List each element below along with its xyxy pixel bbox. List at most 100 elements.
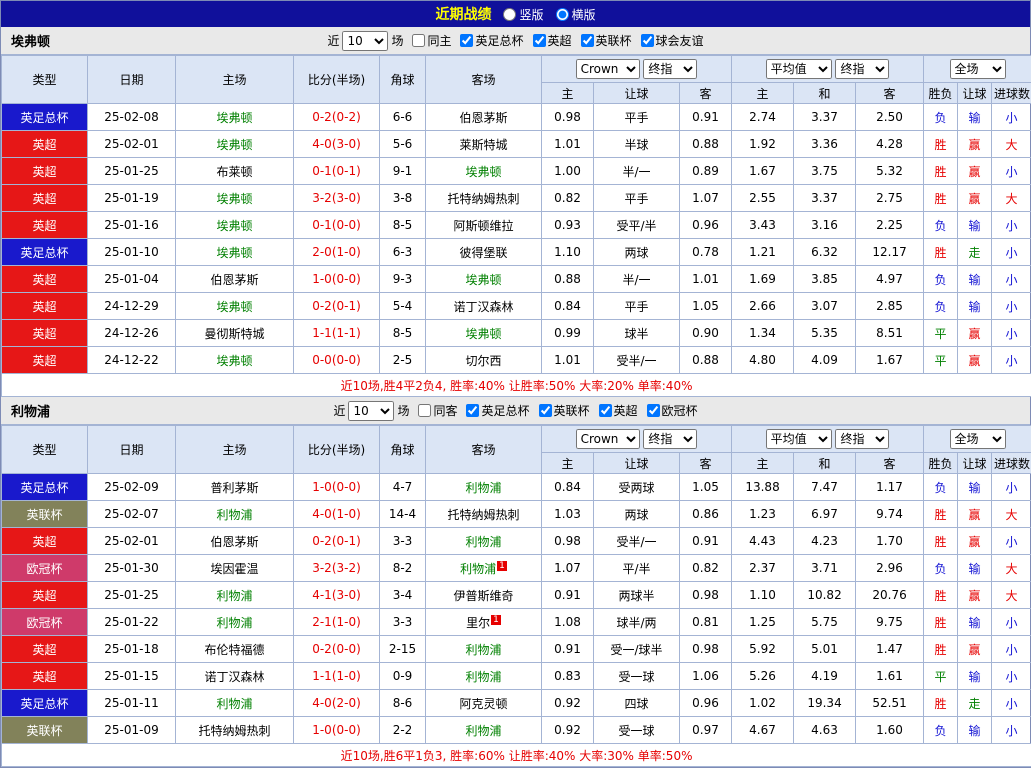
avg-away-cell: 2.85 — [856, 293, 924, 320]
away-team-cell: 伯恩茅斯 — [426, 104, 542, 131]
match-row: 英超24-12-29埃弗顿0-2(0-1)5-4诺丁汉森林0.84平手1.052… — [2, 293, 1031, 320]
date-cell: 24-12-22 — [88, 347, 176, 374]
home-team-cell: 利物浦 — [176, 501, 294, 528]
match-row: 欧冠杯25-01-22利物浦2-1(1-0)3-3里尔11.08球半/两0.81… — [2, 609, 1031, 636]
sub-header-handicap-result: 让球 — [958, 83, 992, 104]
match-row: 英超25-02-01埃弗顿4-0(3-0)5-6莱斯特城1.01半球0.881.… — [2, 131, 1031, 158]
score-cell: 0-1(0-0) — [294, 212, 380, 239]
league-filter-checkbox[interactable] — [581, 34, 594, 47]
final-odds-select[interactable]: 终指 — [643, 59, 697, 79]
league-filter-checkbox[interactable] — [533, 34, 546, 47]
avg-away-cell: 2.50 — [856, 104, 924, 131]
league-cell: 英超 — [2, 185, 88, 212]
avg-away-cell: 4.28 — [856, 131, 924, 158]
handicap-result-cell: 输 — [958, 104, 992, 131]
away-team-cell: 彼得堡联 — [426, 239, 542, 266]
league-filter-checkbox[interactable] — [641, 34, 654, 47]
sub-header-avg-away: 客 — [856, 453, 924, 474]
bookmaker-select[interactable]: Crown — [576, 59, 640, 79]
away-odds-cell: 0.88 — [680, 131, 732, 158]
away-odds-cell: 0.89 — [680, 158, 732, 185]
vertical-radio[interactable] — [503, 8, 516, 21]
same-venue-filter[interactable]: 同客 — [412, 402, 457, 419]
handicap-result-cell: 赢 — [958, 320, 992, 347]
away-team-cell: 伊普斯维奇 — [426, 582, 542, 609]
home-team-cell: 利物浦 — [176, 609, 294, 636]
league-filter[interactable]: 英足总杯 — [454, 32, 523, 49]
away-odds-cell: 0.98 — [680, 636, 732, 663]
average-select[interactable]: 平均值 — [766, 429, 832, 449]
match-row: 英超25-02-01伯恩茅斯0-2(0-1)3-3利物浦0.98受半/一0.91… — [2, 528, 1031, 555]
sub-header-result: 胜负 — [924, 83, 958, 104]
league-filter[interactable]: 球会友谊 — [635, 32, 704, 49]
avg-away-cell: 52.51 — [856, 690, 924, 717]
final-odds-select-2[interactable]: 终指 — [835, 429, 889, 449]
league-filter[interactable]: 英足总杯 — [460, 402, 529, 419]
home-odds-cell: 1.00 — [542, 158, 594, 185]
league-filter-checkbox[interactable] — [466, 404, 479, 417]
league-cell: 欧冠杯 — [2, 609, 88, 636]
league-filter[interactable]: 英联杯 — [575, 32, 632, 49]
league-filter[interactable]: 英超 — [593, 402, 638, 419]
col-header-score: 比分(半场) — [294, 56, 380, 104]
avg-home-cell: 4.43 — [732, 528, 794, 555]
home-odds-cell: 0.92 — [542, 717, 594, 744]
col-header-date: 日期 — [88, 426, 176, 474]
same-venue-checkbox[interactable] — [412, 34, 425, 47]
score-cell: 1-0(0-0) — [294, 717, 380, 744]
layout-vertical-option[interactable]: 竖版 — [503, 6, 543, 23]
date-cell: 25-01-30 — [88, 555, 176, 582]
layout-horizontal-option[interactable]: 横版 — [556, 6, 596, 23]
score-cell: 3-2(3-2) — [294, 555, 380, 582]
handicap-line-cell: 半球 — [594, 131, 680, 158]
recent-label: 近 — [327, 32, 339, 49]
recent-count-select[interactable]: 10 — [348, 401, 394, 421]
away-odds-cell: 0.86 — [680, 501, 732, 528]
home-team-cell: 埃弗顿 — [176, 239, 294, 266]
avg-home-cell: 5.92 — [732, 636, 794, 663]
full-match-select[interactable]: 全场 — [950, 429, 1006, 449]
bookmaker-select[interactable]: Crown — [576, 429, 640, 449]
handicap-line-cell: 四球 — [594, 690, 680, 717]
col-header-type: 类型 — [2, 56, 88, 104]
team-section-1: 埃弗顿 近 10 场 同主 英足总杯 英超 — [1, 27, 1030, 397]
handicap-result-cell: 输 — [958, 266, 992, 293]
home-team-cell: 埃因霍温 — [176, 555, 294, 582]
goals-result-cell: 小 — [992, 293, 1031, 320]
result-cell: 胜 — [924, 690, 958, 717]
league-cell: 英超 — [2, 636, 88, 663]
same-venue-checkbox[interactable] — [418, 404, 431, 417]
matches-label: 场 — [397, 402, 409, 419]
average-select[interactable]: 平均值 — [766, 59, 832, 79]
match-row: 英足总杯25-02-08埃弗顿0-2(0-2)6-6伯恩茅斯0.98平手0.91… — [2, 104, 1031, 131]
recent-count-select[interactable]: 10 — [342, 31, 388, 51]
league-filter[interactable]: 欧冠杯 — [641, 402, 698, 419]
same-venue-filter[interactable]: 同主 — [406, 32, 451, 49]
handicap-line-cell: 半/一 — [594, 158, 680, 185]
league-filter-checkbox[interactable] — [539, 404, 552, 417]
league-cell: 欧冠杯 — [2, 555, 88, 582]
final-odds-select-2[interactable]: 终指 — [835, 59, 889, 79]
league-filter-checkbox[interactable] — [647, 404, 660, 417]
full-match-select[interactable]: 全场 — [950, 59, 1006, 79]
avg-draw-cell: 3.07 — [794, 293, 856, 320]
horizontal-radio[interactable] — [556, 8, 569, 21]
goals-result-cell: 大 — [992, 582, 1031, 609]
score-cell: 2-0(1-0) — [294, 239, 380, 266]
league-filter-checkbox[interactable] — [460, 34, 473, 47]
league-filter-label: 英联杯 — [596, 32, 632, 49]
result-cell: 负 — [924, 474, 958, 501]
league-filter[interactable]: 英联杯 — [533, 402, 590, 419]
league-filter-checkbox[interactable] — [599, 404, 612, 417]
goals-result-cell: 小 — [992, 347, 1031, 374]
match-row: 英足总杯25-01-11利物浦4-0(2-0)8-6阿克灵顿0.92四球0.96… — [2, 690, 1031, 717]
league-filter-label: 球会友谊 — [656, 32, 704, 49]
match-row: 英超24-12-26曼彻斯特城1-1(1-1)8-5埃弗顿0.99球半0.901… — [2, 320, 1031, 347]
away-team-cell: 切尔西 — [426, 347, 542, 374]
result-cell: 胜 — [924, 609, 958, 636]
handicap-line-cell: 平/半 — [594, 555, 680, 582]
final-odds-select[interactable]: 终指 — [643, 429, 697, 449]
league-filter[interactable]: 英超 — [527, 32, 572, 49]
avg-home-cell: 1.69 — [732, 266, 794, 293]
result-cell: 负 — [924, 293, 958, 320]
